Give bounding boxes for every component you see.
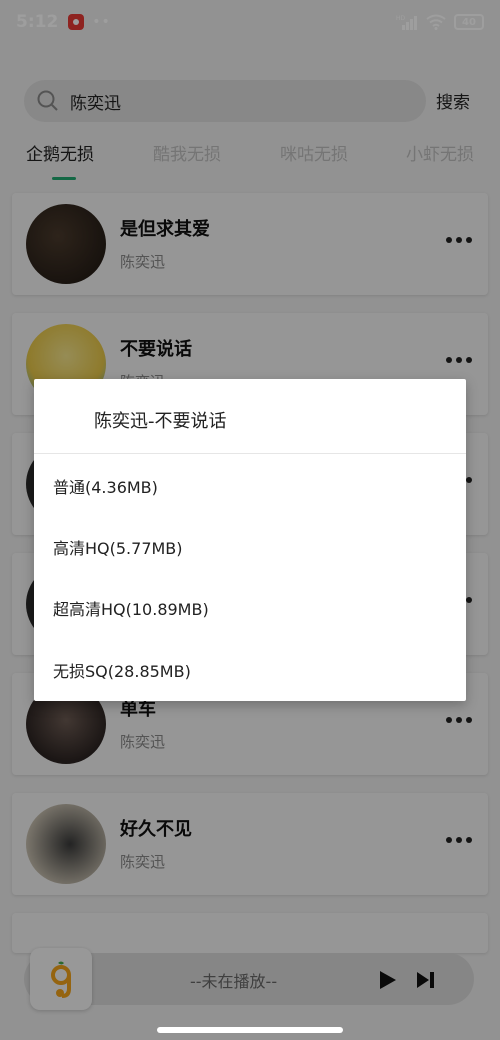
quality-dialog: 陈奕迅-不要说话 普通(4.36MB) 高清HQ(5.77MB) 超高清HQ(1…	[34, 379, 466, 701]
dialog-divider	[34, 453, 466, 454]
quality-option-super-hq[interactable]: 超高清HQ(10.89MB)	[34, 578, 466, 638]
home-indicator[interactable]	[157, 1027, 343, 1033]
dialog-title: 陈奕迅-不要说话	[94, 411, 227, 432]
quality-option-standard[interactable]: 普通(4.36MB)	[34, 456, 466, 516]
quality-option-hq[interactable]: 高清HQ(5.77MB)	[34, 517, 466, 577]
quality-option-lossless-sq[interactable]: 无损SQ(28.85MB)	[34, 640, 466, 700]
